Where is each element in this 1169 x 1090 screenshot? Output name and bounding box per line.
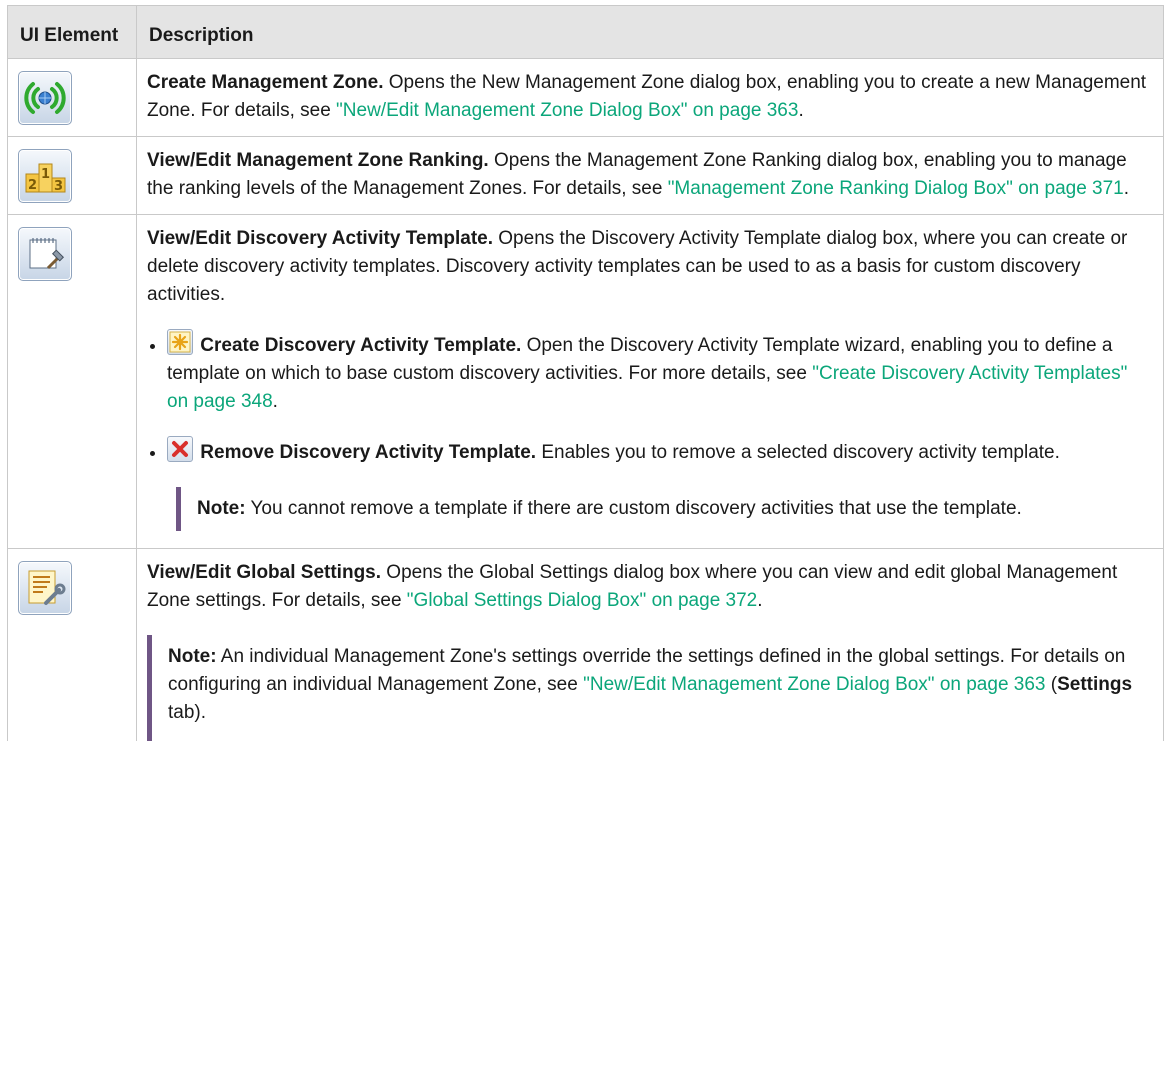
row-title: View/Edit Global Settings. (147, 562, 382, 583)
svg-text:2: 2 (28, 178, 37, 193)
red-x-remove-icon (167, 436, 193, 462)
note-text: ( (1045, 674, 1058, 695)
asterisk-new-icon (167, 329, 193, 355)
note-label: Note: (197, 498, 246, 519)
note-box: Note: An individual Management Zone's se… (147, 635, 1147, 741)
management-zone-broadcast-icon (18, 71, 72, 125)
row-text-end: . (798, 100, 804, 121)
table-row: View/Edit Discovery Activity Template. O… (7, 214, 1164, 549)
row-text-end: . (1123, 178, 1130, 199)
notepad-hammer-icon (18, 227, 72, 281)
sub-item-text: Enables you to remove a selected discove… (536, 442, 1060, 463)
table-header-row: UI Element Description (7, 5, 1164, 59)
sub-item-title: Create Discovery Activity Template. (200, 335, 522, 356)
table-row: Create Management Zone. Opens the New Ma… (7, 58, 1164, 137)
list-item: Remove Discovery Activity Template. Enab… (167, 436, 1147, 467)
note-label: Note: (168, 646, 217, 667)
link-new-edit-management-zone[interactable]: "New/Edit Management Zone Dialog Box" on… (583, 674, 1045, 695)
link-global-settings[interactable]: "Global Settings Dialog Box" on page 372 (407, 590, 757, 611)
settings-tab-name: Settings (1057, 674, 1133, 695)
list-item: Create Discovery Activity Template. Open… (167, 329, 1147, 416)
row-title: View/Edit Management Zone Ranking. (147, 150, 489, 171)
link-new-edit-management-zone[interactable]: "New/Edit Management Zone Dialog Box" on… (336, 100, 798, 121)
svg-text:1: 1 (41, 167, 50, 182)
note-box: Note: You cannot remove a template if th… (176, 487, 1147, 531)
row-title: View/Edit Discovery Activity Template. (147, 228, 493, 249)
settings-document-wrench-icon (18, 561, 72, 615)
sub-item-text-end: . (272, 391, 278, 412)
row-text-end: . (757, 590, 763, 611)
header-ui-element: UI Element (7, 5, 137, 59)
note-text: You cannot remove a template if there ar… (245, 498, 1022, 519)
table-row: 2 1 3 View/Edit Management Zone Ranking.… (7, 136, 1164, 215)
ranking-podium-icon: 2 1 3 (18, 149, 72, 203)
header-description: Description (136, 5, 1164, 59)
row-title: Create Management Zone. (147, 72, 384, 93)
svg-text:3: 3 (54, 179, 63, 194)
sub-item-title: Remove Discovery Activity Template. (200, 442, 537, 463)
ui-element-table: UI Element Description Create Management… (7, 5, 1164, 741)
link-management-zone-ranking[interactable]: "Management Zone Ranking Dialog Box" on … (668, 178, 1124, 199)
sub-item-list: Create Discovery Activity Template. Open… (147, 329, 1147, 467)
note-text: tab). (168, 702, 207, 723)
table-row: View/Edit Global Settings. Opens the Glo… (7, 548, 1164, 741)
